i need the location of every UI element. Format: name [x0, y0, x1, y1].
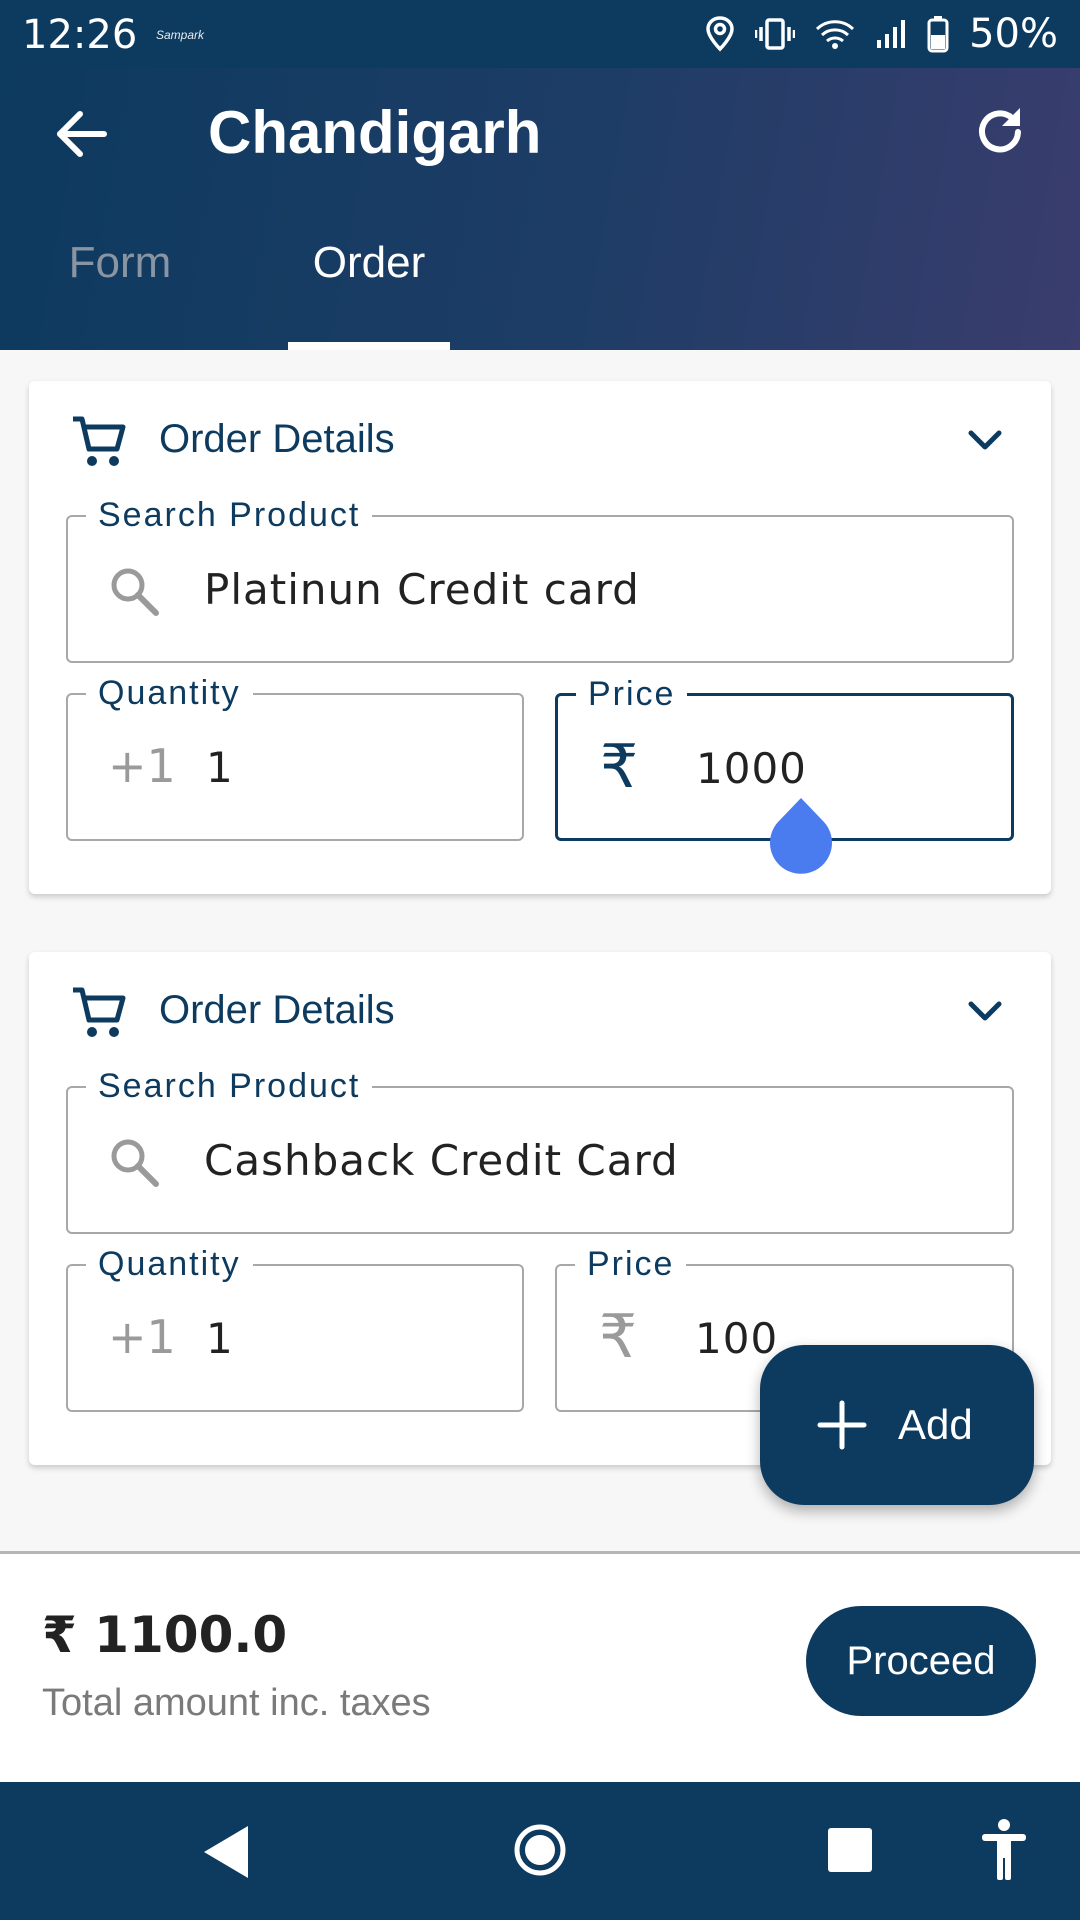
increment-prefix: +1	[108, 1310, 176, 1364]
quantity-field[interactable]: Quantity +1 1	[66, 1246, 524, 1412]
quantity-input[interactable]: 1	[206, 1314, 234, 1363]
add-button[interactable]: Add	[760, 1345, 1034, 1505]
add-button-label: Add	[898, 1401, 973, 1448]
rupee-icon: ₹	[600, 732, 639, 802]
search-icon	[111, 568, 159, 616]
search-input[interactable]: Cashback Credit Card	[204, 1136, 679, 1185]
increment-prefix: +1	[108, 739, 176, 793]
app-bar: Chandigarh Form Order	[0, 68, 1080, 350]
page-title: Chandigarh	[208, 99, 542, 166]
search-input[interactable]: Platinun Credit card	[204, 565, 640, 614]
field-label: Price	[575, 1246, 687, 1282]
field-label: Quantity	[86, 675, 253, 711]
tab-indicator	[288, 342, 450, 350]
refresh-icon[interactable]	[970, 102, 1030, 162]
cart-icon	[73, 416, 126, 466]
wifi-icon	[816, 20, 855, 49]
notification-app-icon: Sampark	[156, 28, 205, 42]
tab-order[interactable]: Order	[288, 238, 450, 350]
location-icon	[706, 16, 734, 52]
chevron-down-icon[interactable]	[963, 990, 1007, 1034]
accessibility-icon[interactable]	[980, 1818, 1028, 1882]
vibrate-icon	[755, 18, 796, 50]
status-icons: 50%	[705, 10, 1058, 58]
status-time: 12:26	[22, 12, 138, 58]
search-product-field[interactable]: Search Product Cashback Credit Card	[66, 1068, 1014, 1234]
order-details-header[interactable]: Order Details	[29, 381, 1051, 491]
price-input[interactable]: 100	[695, 1314, 778, 1363]
rupee-icon: ₹	[599, 1302, 638, 1372]
search-icon	[111, 1139, 159, 1187]
chevron-down-icon[interactable]	[963, 419, 1007, 463]
quantity-input[interactable]: 1	[206, 743, 234, 792]
price-input[interactable]: 1000	[696, 744, 807, 793]
field-label: Quantity	[86, 1246, 253, 1282]
back-arrow-icon[interactable]	[52, 104, 112, 164]
nav-home-icon[interactable]	[512, 1822, 568, 1878]
order-details-card: Order Details Search Product Platinun Cr…	[29, 381, 1051, 894]
system-nav-bar	[0, 1782, 1080, 1920]
total-caption: Total amount inc. taxes	[42, 1682, 431, 1724]
quantity-field[interactable]: Quantity +1 1	[66, 675, 524, 841]
battery-level: 50%	[969, 11, 1058, 57]
status-bar: 12:26 Sampark 50%	[0, 0, 1080, 68]
field-label: Search Product	[86, 1068, 373, 1104]
plus-icon	[817, 1400, 867, 1450]
nav-back-icon[interactable]	[198, 1822, 254, 1882]
order-summary: ₹ 1100.0 Total amount inc. taxes Proceed	[0, 1554, 1080, 1782]
signal-icon	[877, 20, 906, 48]
field-label: Search Product	[86, 497, 373, 533]
order-details-header[interactable]: Order Details	[29, 952, 1051, 1062]
tab-form[interactable]: Form	[60, 238, 180, 350]
card-title: Order Details	[159, 417, 395, 461]
cart-icon	[73, 987, 126, 1037]
search-product-field[interactable]: Search Product Platinun Credit card	[66, 497, 1014, 663]
text-cursor-handle[interactable]	[768, 798, 834, 874]
nav-recents-icon[interactable]	[826, 1826, 874, 1874]
battery-icon	[927, 16, 949, 53]
field-label: Price	[576, 676, 688, 712]
proceed-button[interactable]: Proceed	[806, 1606, 1036, 1716]
card-title: Order Details	[159, 988, 395, 1032]
total-amount: ₹ 1100.0	[42, 1606, 288, 1664]
